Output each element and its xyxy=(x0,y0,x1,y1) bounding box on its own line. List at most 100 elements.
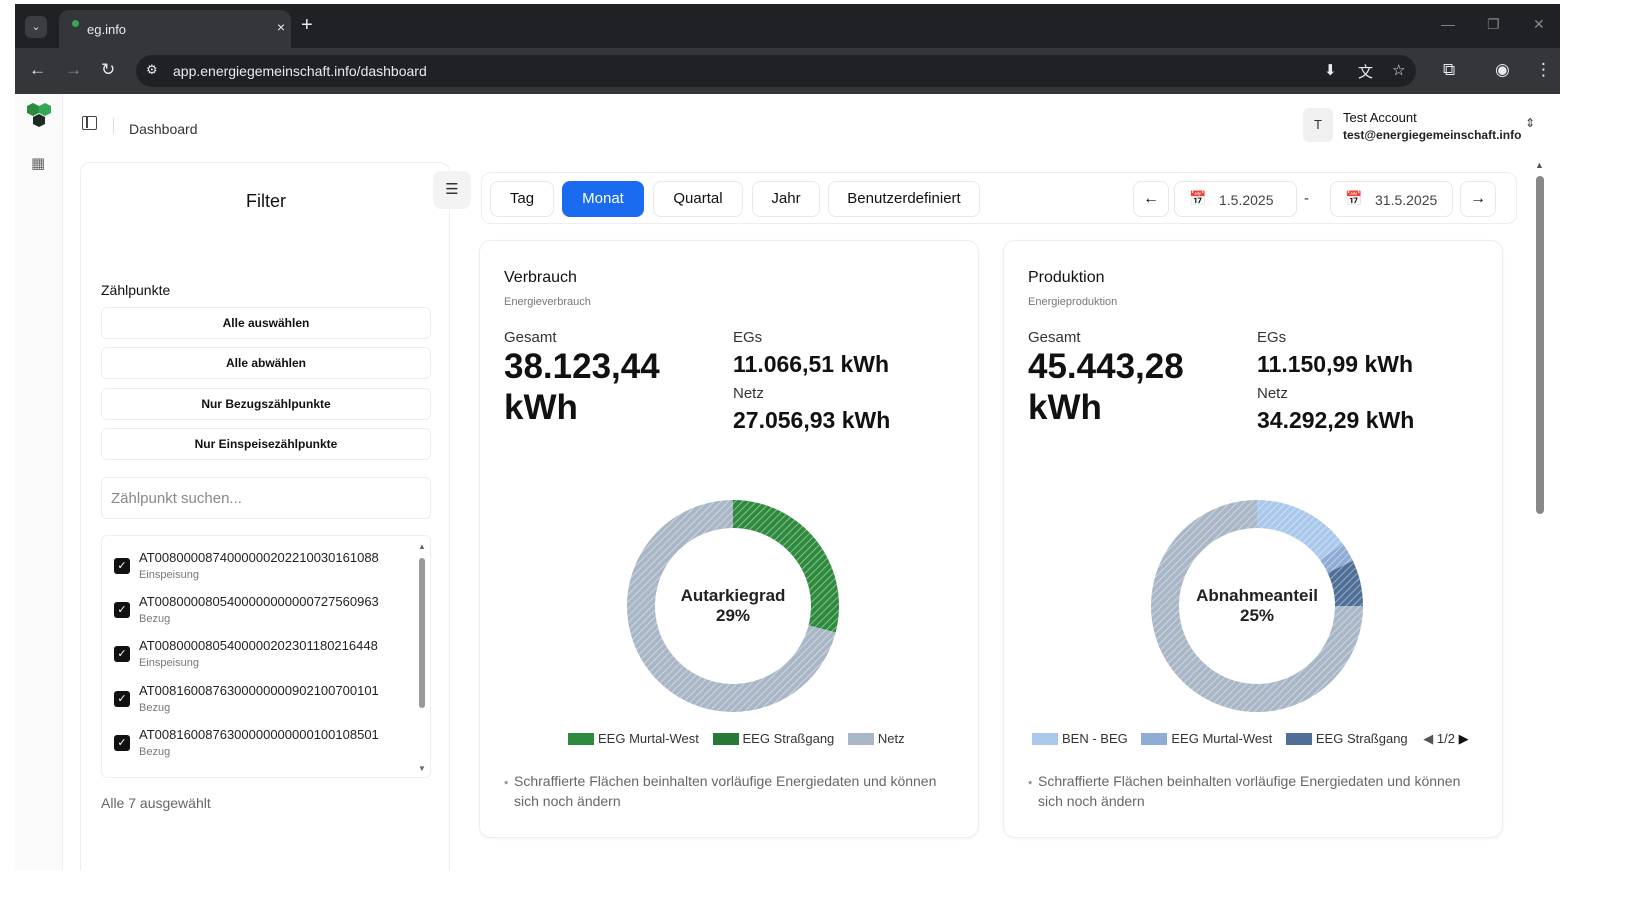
abnahmeanteil-donut[interactable]: Abnahmeanteil 25% xyxy=(1142,491,1372,721)
minimize-icon[interactable]: — xyxy=(1441,16,1455,32)
close-window-icon[interactable]: ✕ xyxy=(1533,16,1545,33)
footnote-text: Schraffierte Flächen beinhalten vorläufi… xyxy=(514,773,937,809)
legend-label: BEN - BEG xyxy=(1062,731,1128,746)
legend-prev-icon[interactable]: ◀ xyxy=(1423,731,1433,746)
browser-window: ⌄ eg.info × + — ❐ ✕ ← → ↻ ⚙ app.energieg… xyxy=(15,4,1560,870)
url-text: app.energiegemeinschaft.info/dashboard xyxy=(173,63,427,79)
legend-label: EEG Murtal-West xyxy=(598,731,699,746)
footnote-text: Schraffierte Flächen beinhalten vorläufi… xyxy=(1038,773,1461,809)
site-settings-icon[interactable]: ⚙ xyxy=(146,62,158,78)
tab-quartal[interactable]: Quartal xyxy=(653,181,743,217)
card-subtitle: Energieproduktion xyxy=(1028,296,1118,308)
reload-icon[interactable]: ↻ xyxy=(101,60,115,80)
filter-settings-icon[interactable]: ☰ xyxy=(433,171,471,209)
select-all-button[interactable]: Alle auswählen xyxy=(101,307,431,339)
scroll-up-icon[interactable]: ▲ xyxy=(418,542,426,551)
only-einspeise-button[interactable]: Nur Einspeisezählpunkte xyxy=(101,428,431,460)
legend-item[interactable]: EEG Straßgang xyxy=(712,731,834,746)
legend-label: EEG Murtal-West xyxy=(1171,731,1273,746)
zaehlpunkt-type: Einspeisung xyxy=(139,657,199,669)
browser-tab[interactable]: eg.info × xyxy=(59,10,291,48)
tab-close-icon[interactable]: × xyxy=(271,19,291,35)
account-name[interactable]: Test Account xyxy=(1343,110,1417,125)
account-email[interactable]: test@energiegemeinschaft.info xyxy=(1343,128,1521,142)
date-to-picker[interactable]: 📅 31.5.2025 xyxy=(1330,181,1453,217)
forward-icon[interactable]: → xyxy=(65,60,82,80)
breadcrumb: Dashboard xyxy=(129,121,198,137)
legend-item[interactable]: EEG Murtal-West xyxy=(1141,731,1272,746)
checkbox[interactable]: ✓ xyxy=(114,691,130,707)
list-scrollbar[interactable]: ▲ ▼ xyxy=(418,542,426,774)
legend-item[interactable]: Netz xyxy=(847,731,905,746)
list-item[interactable]: ✓ AT0081600876300000000000100108501 Bezu… xyxy=(114,725,404,765)
tab-favicon xyxy=(72,20,79,27)
filter-title: Filter xyxy=(246,191,286,211)
zaehlpunkt-id: AT0080000805400000000000727560963 xyxy=(139,594,379,609)
scroll-thumb[interactable] xyxy=(419,558,425,708)
main-scrollbar[interactable]: ▲ xyxy=(1535,160,1545,870)
calendar-icon: 📅 xyxy=(1189,190,1207,206)
date-to: 31.5.2025 xyxy=(1375,192,1438,208)
chart-legend: EEG Murtal-West EEG Straßgang Netz xyxy=(568,731,915,746)
tab-monat[interactable]: Monat xyxy=(562,181,644,217)
egs-value: 11.150,99 kWh xyxy=(1257,351,1413,377)
translate-icon[interactable]: 文 xyxy=(1358,61,1373,82)
date-separator: - xyxy=(1304,190,1309,207)
scroll-thumb[interactable] xyxy=(1536,176,1544,514)
list-item[interactable]: ✓ AT0081600876300000000902100700101 Bezu… xyxy=(114,681,404,721)
list-item[interactable]: ✓ AT0080000874000000202210030161088 Eins… xyxy=(114,548,404,588)
bookmark-star-icon[interactable]: ☆ xyxy=(1392,61,1405,79)
legend-swatch xyxy=(1285,733,1312,745)
new-tab-button[interactable]: + xyxy=(301,14,313,37)
back-icon[interactable]: ← xyxy=(29,60,46,80)
autarkiegrad-donut[interactable]: Autarkiegrad 29% xyxy=(618,491,848,721)
tab-search-button[interactable]: ⌄ xyxy=(25,16,47,38)
install-app-icon[interactable]: ⬇ xyxy=(1324,61,1337,79)
donut-slice-ben-beg[interactable] xyxy=(1257,500,1343,561)
zaehlpunkt-search-input[interactable] xyxy=(101,477,431,519)
legend-swatch xyxy=(568,733,594,745)
dashboard-grid-icon[interactable]: ▦ xyxy=(31,154,45,172)
only-bezug-button[interactable]: Nur Bezugszählpunkte xyxy=(101,388,431,420)
legend-label: Netz xyxy=(877,731,905,746)
scroll-up-icon[interactable]: ▲ xyxy=(1535,160,1544,170)
chart-legend: BEN - BEG EEG Murtal-West EEG Straßgang … xyxy=(1032,731,1469,747)
browser-menu-icon[interactable]: ⋮ xyxy=(1535,60,1552,80)
app-logo-icon[interactable] xyxy=(24,100,54,130)
profile-icon[interactable]: ◉ xyxy=(1495,60,1510,80)
list-item[interactable]: ✓ AT0080000805400000202301180216448 Eins… xyxy=(114,636,404,676)
tab-tag[interactable]: Tag xyxy=(490,181,554,217)
legend-item[interactable]: EEG Murtal-West xyxy=(568,731,699,746)
address-bar: ← → ↻ ⚙ app.energiegemeinschaft.info/das… xyxy=(15,48,1560,94)
zaehlpunkte-label: Zählpunkte xyxy=(101,282,171,298)
app-header: Dashboard T Test Account test@energiegem… xyxy=(63,94,1560,158)
previous-period-button[interactable]: ← xyxy=(1133,181,1169,217)
zaehlpunkt-list: ✓ AT0080000874000000202210030161088 Eins… xyxy=(101,535,431,778)
legend-next-icon[interactable]: ▶ xyxy=(1459,731,1469,746)
zaehlpunkt-id: AT0080000805400000202301180216448 xyxy=(139,638,378,653)
tab-jahr[interactable]: Jahr xyxy=(752,181,820,217)
netz-label: Netz xyxy=(1257,385,1288,402)
checkbox[interactable]: ✓ xyxy=(114,558,130,574)
list-item[interactable]: ✓ AT0080000805400000000000727560963 Bezu… xyxy=(114,592,404,632)
checkbox[interactable]: ✓ xyxy=(114,646,130,662)
legend-pager: ◀ 1/2 ▶ xyxy=(1423,731,1468,747)
tab-title: eg.info xyxy=(87,22,127,37)
legend-item[interactable]: EEG Straßgang xyxy=(1285,731,1408,746)
zaehlpunkt-type: Einspeisung xyxy=(139,569,199,581)
scroll-down-icon[interactable]: ▼ xyxy=(418,764,426,773)
url-field[interactable]: ⚙ app.energiegemeinschaft.info/dashboard… xyxy=(136,55,1416,87)
checkbox[interactable]: ✓ xyxy=(114,602,130,618)
account-chevron-icon[interactable]: ⇕ xyxy=(1525,116,1535,130)
extensions-icon[interactable]: ⧉ xyxy=(1443,60,1455,80)
tab-benutzerdefiniert[interactable]: Benutzerdefiniert xyxy=(828,181,980,217)
next-period-button[interactable]: → xyxy=(1460,181,1496,217)
sidebar-toggle-icon[interactable] xyxy=(82,116,97,130)
restore-icon[interactable]: ❐ xyxy=(1487,16,1500,33)
legend-item[interactable]: BEN - BEG xyxy=(1032,731,1128,746)
calendar-icon: 📅 xyxy=(1345,190,1363,206)
deselect-all-button[interactable]: Alle abwählen xyxy=(101,347,431,379)
checkbox[interactable]: ✓ xyxy=(114,735,130,751)
avatar[interactable]: T xyxy=(1303,108,1333,142)
date-from-picker[interactable]: 📅 1.5.2025 xyxy=(1174,181,1297,217)
